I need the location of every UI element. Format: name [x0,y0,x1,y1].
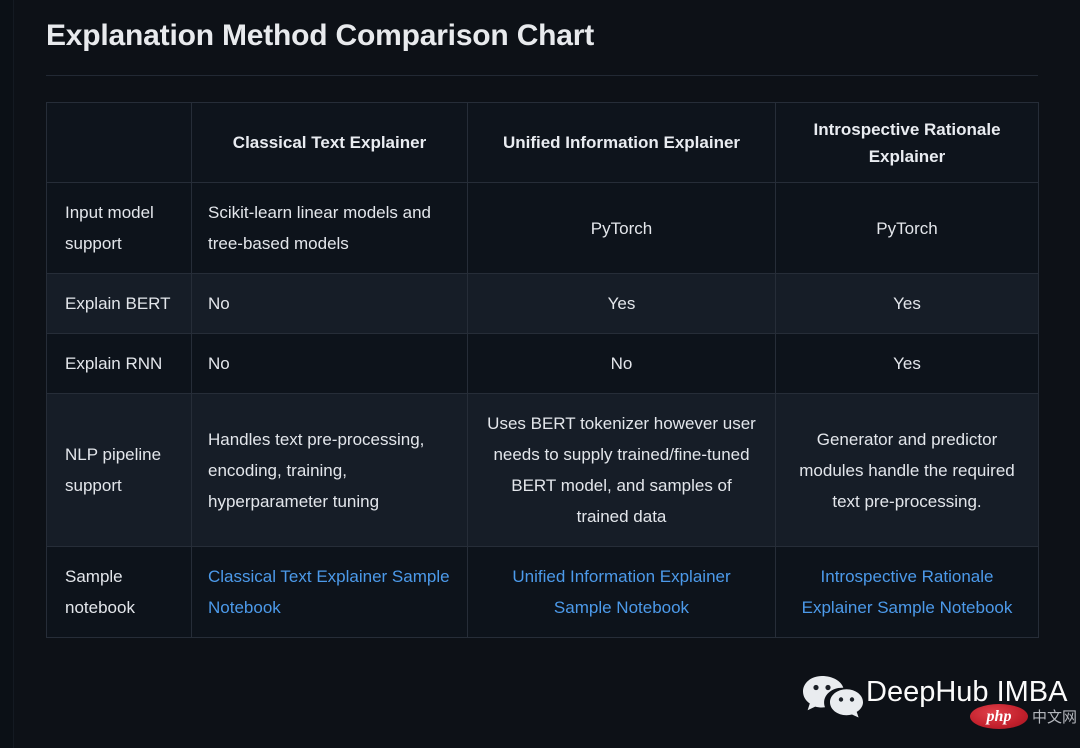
column-header-introspective-rationale-explainer: Introspective Rationale Explainer [775,102,1039,183]
cell-input-model-support-unified: PyTorch [467,182,776,274]
row-label-sample-notebook: Sample notebook [46,546,192,638]
link-classical-text-explainer-sample-notebook[interactable]: Classical Text Explainer Sample Notebook [208,567,450,617]
wechat-icon [803,676,863,718]
table-row: Explain RNN No No Yes [46,333,1039,394]
left-gutter [0,0,14,748]
cell-input-model-support-introspective: PyTorch [775,182,1039,274]
table-row: Sample notebook Classical Text Explainer… [46,546,1039,638]
row-label-explain-bert: Explain BERT [46,273,192,334]
table-header: Classical Text Explainer Unified Informa… [46,102,1039,183]
title-divider [46,75,1038,76]
cell-input-model-support-classical: Scikit-learn linear models and tree-base… [191,182,468,274]
watermark-text: DeepHub IMBA [866,676,1068,708]
watermark-overlay: DeepHub IMBA php 中文网 [800,668,1080,732]
cell-explain-rnn-unified: No [467,333,776,394]
cell-nlp-pipeline-classical: Handles text pre-processing, encoding, t… [191,393,468,547]
content-area: Explanation Method Comparison Chart Clas… [46,0,1039,638]
cell-sample-notebook-classical: Classical Text Explainer Sample Notebook [191,546,468,638]
table-row: Input model support Scikit-learn linear … [46,182,1039,274]
link-unified-information-explainer-sample-notebook[interactable]: Unified Information Explainer Sample Not… [512,567,730,617]
page-title: Explanation Method Comparison Chart [46,19,595,52]
page-root: Explanation Method Comparison Chart Clas… [0,0,1080,748]
php-badge-suffix: 中文网 [1032,708,1078,726]
cell-explain-rnn-introspective: Yes [775,333,1039,394]
cell-explain-bert-classical: No [191,273,468,334]
cell-sample-notebook-introspective: Introspective Rationale Explainer Sample… [775,546,1039,638]
table-header-row: Classical Text Explainer Unified Informa… [46,102,1039,183]
cell-explain-bert-introspective: Yes [775,273,1039,334]
table-row: NLP pipeline support Handles text pre-pr… [46,393,1039,547]
column-header-blank [46,102,192,183]
link-introspective-rationale-explainer-sample-notebook[interactable]: Introspective Rationale Explainer Sample… [802,567,1013,617]
column-header-classical-text-explainer: Classical Text Explainer [191,102,468,183]
cell-explain-rnn-classical: No [191,333,468,394]
comparison-table: Classical Text Explainer Unified Informa… [46,102,1039,638]
column-header-unified-information-explainer: Unified Information Explainer [467,102,776,183]
row-label-nlp-pipeline-support: NLP pipeline support [46,393,192,547]
row-label-input-model-support: Input model support [46,182,192,274]
table-row: Explain BERT No Yes Yes [46,273,1039,334]
cell-explain-bert-unified: Yes [467,273,776,334]
php-badge: php [970,704,1028,729]
row-label-explain-rnn: Explain RNN [46,333,192,394]
cell-nlp-pipeline-introspective: Generator and predictor modules handle t… [775,393,1039,547]
php-badge-label: php [986,708,1012,725]
cell-sample-notebook-unified: Unified Information Explainer Sample Not… [467,546,776,638]
cell-nlp-pipeline-unified: Uses BERT tokenizer however user needs t… [467,393,776,547]
table-body: Input model support Scikit-learn linear … [46,182,1039,638]
